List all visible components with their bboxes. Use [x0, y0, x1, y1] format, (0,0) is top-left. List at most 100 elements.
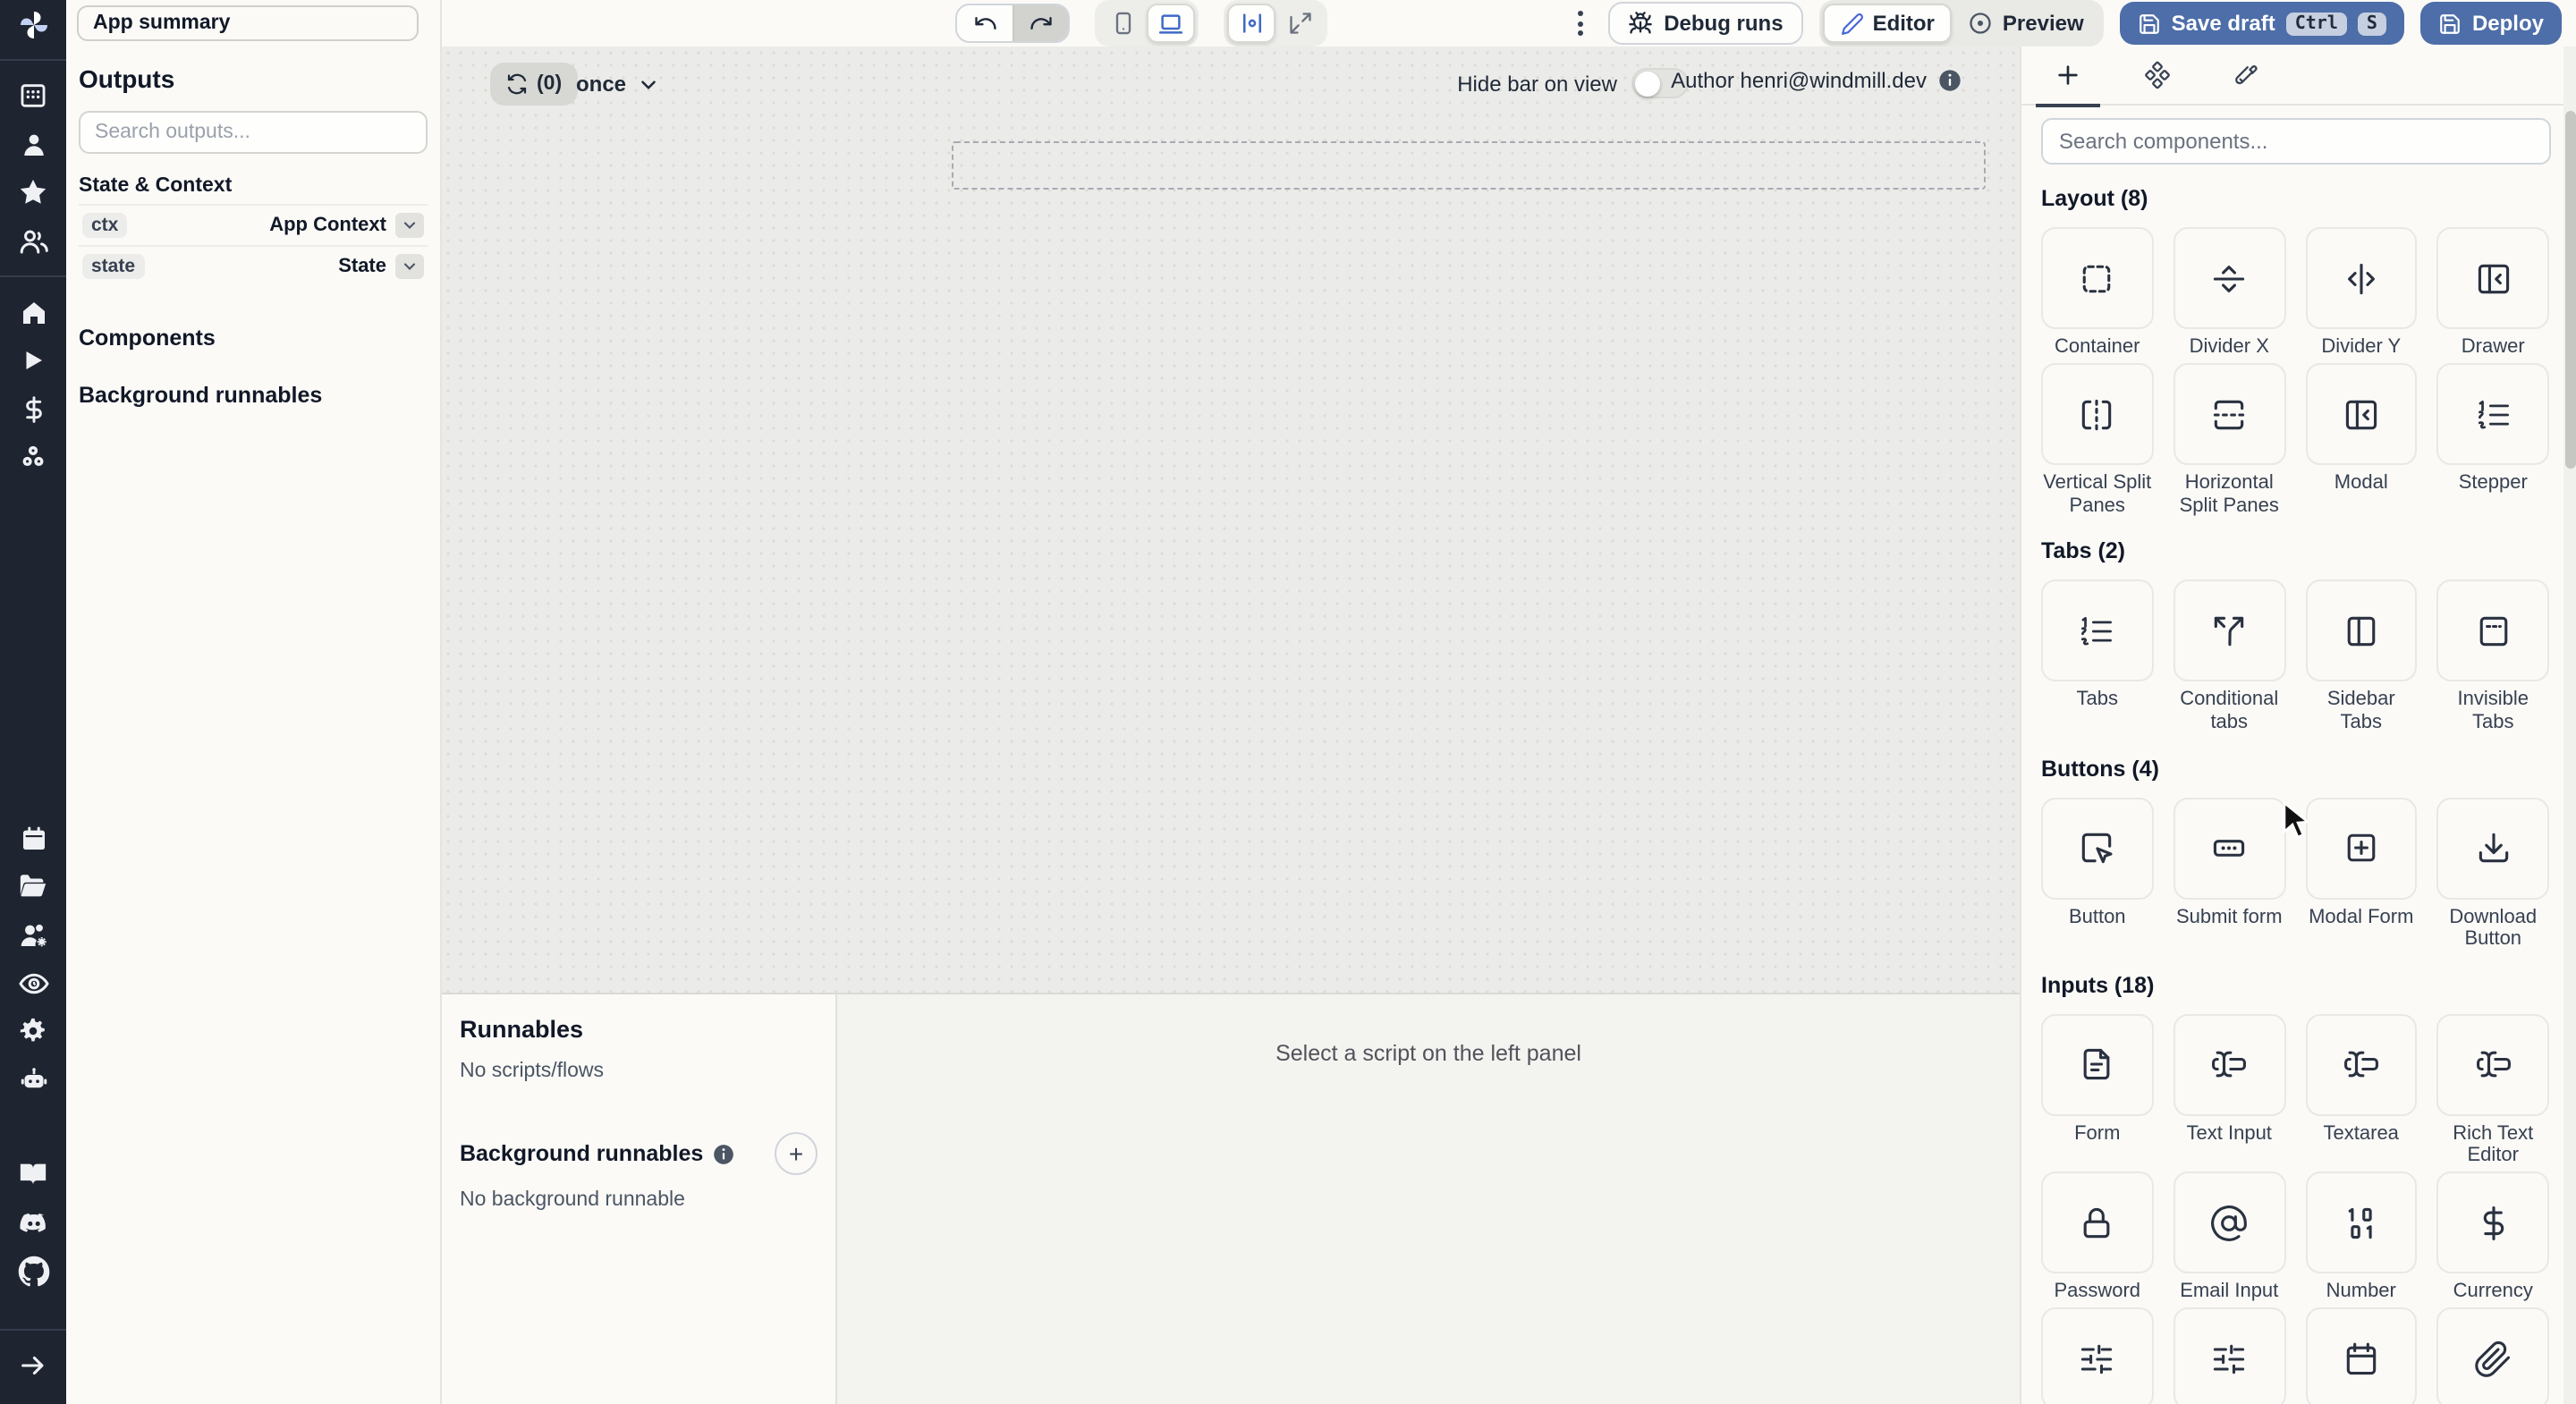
resources-boxes-icon[interactable] — [0, 433, 66, 481]
save-draft-button[interactable]: Save draft Ctrl S — [2119, 2, 2404, 45]
ctx-type-label: App Context — [269, 215, 386, 236]
refresh-count-label: (0) — [537, 73, 563, 95]
undo-button[interactable] — [957, 5, 1013, 41]
audit-eye-icon[interactable] — [0, 959, 66, 1007]
schedules-calendar-icon[interactable] — [0, 814, 66, 862]
editor-tab[interactable]: Editor — [1822, 4, 1953, 43]
app-canvas[interactable]: (0) once Hide bar on view Author henri@w… — [442, 47, 2020, 993]
insert-component-tab[interactable] — [2036, 47, 2100, 106]
component-card-divider-x[interactable]: Divider X — [2173, 227, 2285, 359]
component-card-button[interactable]: Button — [2041, 797, 2154, 952]
folders-icon[interactable] — [0, 862, 66, 910]
component-card-file-input[interactable]: File Input — [2436, 1307, 2549, 1404]
component-card-drawer[interactable]: Drawer — [2436, 227, 2549, 359]
center-content-button[interactable] — [1227, 4, 1275, 43]
search-components-input[interactable] — [2041, 118, 2551, 165]
save-draft-label: Save draft — [2171, 11, 2275, 36]
panel-scrollbar[interactable] — [2563, 47, 2576, 1404]
info-icon[interactable] — [712, 1142, 735, 1165]
component-card-modal-form[interactable]: Modal Form — [2305, 797, 2418, 952]
hide-bar-control: Hide bar on view — [1457, 68, 1689, 98]
recompute-mode-dropdown[interactable]: once — [576, 63, 660, 106]
state-row[interactable]: state State — [79, 245, 428, 286]
component-card-invisible-tabs[interactable]: Invisible Tabs — [2436, 579, 2549, 735]
ctx-expand-chevron-icon[interactable] — [395, 213, 424, 238]
theme-paintbrush-tab[interactable] — [2215, 47, 2279, 105]
home-icon[interactable] — [0, 288, 66, 336]
runnables-panel: Runnables No scripts/flows Background ru… — [442, 993, 837, 1404]
no-scripts-label: No scripts/flows — [460, 1061, 605, 1082]
sidebar-tabs-icon — [2347, 616, 2376, 646]
components-panel-tabs — [2021, 47, 2576, 106]
redo-button[interactable] — [1013, 5, 1068, 41]
stepper-icon — [2478, 399, 2509, 428]
currency-dollar-icon — [2482, 1205, 2504, 1240]
component-card-date[interactable]: Date — [2305, 1307, 2418, 1404]
settings-components-tab[interactable] — [2125, 47, 2190, 105]
component-card-text-input[interactable]: Text Input — [2173, 1013, 2285, 1169]
component-drop-zone[interactable] — [952, 141, 1986, 190]
deploy-button[interactable]: Deploy — [2419, 2, 2562, 45]
submit-form-icon — [2214, 840, 2245, 857]
number-binary-icon — [2348, 1207, 2372, 1239]
buttons-grid: Button Submit form Modal Form Download B… — [2041, 797, 2549, 952]
app-summary-input[interactable] — [77, 5, 419, 41]
component-card-download-button[interactable]: Download Button — [2436, 797, 2549, 952]
scrollbar-thumb[interactable] — [2564, 111, 2575, 469]
component-card-divider-y[interactable]: Divider Y — [2305, 227, 2418, 359]
component-card-rich-text-editor[interactable]: Rich Text Editor — [2436, 1013, 2549, 1169]
rich-text-editor-icon — [2476, 1052, 2511, 1078]
settings-gear-icon[interactable] — [0, 1007, 66, 1055]
more-options-kebab-icon[interactable] — [1567, 11, 1592, 36]
docs-book-icon[interactable] — [0, 1150, 66, 1198]
component-card-currency[interactable]: Currency — [2436, 1171, 2549, 1304]
deploy-label: Deploy — [2471, 11, 2544, 36]
state-expand-chevron-icon[interactable] — [395, 254, 424, 279]
apps-icon[interactable] — [0, 72, 66, 120]
refresh-count-button[interactable]: (0) — [490, 63, 579, 106]
user-group-icon[interactable] — [0, 216, 66, 265]
component-card-slider[interactable]: Slider — [2041, 1307, 2154, 1404]
discord-icon[interactable] — [0, 1198, 66, 1247]
expand-sidebar-arrow-icon[interactable] — [0, 1341, 66, 1390]
component-card-conditional-tabs[interactable]: Conditional tabs — [2173, 579, 2285, 735]
components-section-title: Components — [79, 326, 216, 351]
vertical-split-icon — [2082, 398, 2112, 430]
component-card-email-input[interactable]: Email Input — [2173, 1171, 2285, 1304]
section-title-layout: Layout (8) — [2041, 186, 2148, 211]
fullscreen-button[interactable] — [1275, 4, 1324, 43]
ctx-row[interactable]: ctx App Context — [79, 204, 428, 245]
debug-runs-button[interactable]: Debug runs — [1608, 2, 1803, 45]
component-card-container[interactable]: Container — [2041, 227, 2154, 359]
windmill-logo-icon[interactable] — [0, 0, 66, 48]
component-card-tabs[interactable]: Tabs — [2041, 579, 2154, 735]
component-card-range[interactable]: Range — [2173, 1307, 2285, 1404]
email-at-icon — [2211, 1205, 2248, 1241]
star-icon[interactable] — [0, 168, 66, 216]
password-lock-icon — [2084, 1207, 2111, 1238]
kbd-ctrl: Ctrl — [2285, 12, 2347, 35]
component-card-stepper[interactable]: Stepper — [2436, 363, 2549, 518]
preview-tab[interactable]: Preview — [1953, 4, 2100, 43]
component-card-textarea[interactable]: Textarea — [2305, 1013, 2418, 1169]
runs-play-icon[interactable] — [0, 336, 66, 385]
info-icon[interactable] — [1937, 68, 1962, 93]
component-card-vertical-split[interactable]: Vertical Split Panes — [2041, 363, 2154, 518]
component-card-form[interactable]: Form — [2041, 1013, 2154, 1169]
search-outputs-input[interactable] — [79, 111, 428, 154]
groups-gear-icon[interactable] — [0, 910, 66, 959]
user-icon[interactable] — [0, 120, 66, 168]
add-background-runnable-button[interactable]: + — [775, 1132, 818, 1175]
component-card-sidebar-tabs[interactable]: Sidebar Tabs — [2305, 579, 2418, 735]
component-card-submit-form[interactable]: Submit form — [2173, 797, 2285, 952]
desktop-view-button[interactable] — [1147, 4, 1195, 43]
variables-dollar-icon[interactable] — [0, 385, 66, 433]
component-card-modal[interactable]: Modal — [2305, 363, 2418, 518]
component-card-horizontal-split[interactable]: Horizontal Split Panes — [2173, 363, 2285, 518]
github-icon[interactable] — [0, 1247, 66, 1295]
author-label: Author henri@windmill.dev — [1671, 68, 1927, 93]
component-card-password[interactable]: Password — [2041, 1171, 2154, 1304]
component-card-number[interactable]: Number — [2305, 1171, 2418, 1304]
ai-robot-icon[interactable] — [0, 1055, 66, 1104]
mobile-view-button[interactable] — [1098, 4, 1147, 43]
